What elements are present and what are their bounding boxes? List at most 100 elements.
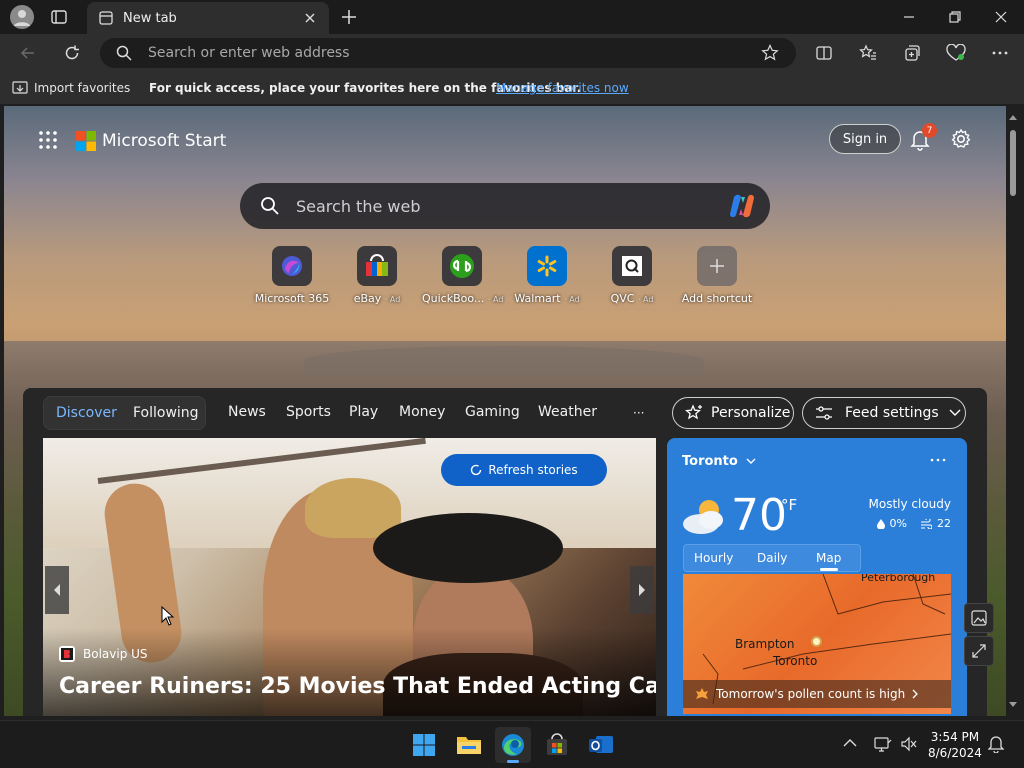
- network-icon[interactable]: [874, 735, 892, 753]
- split-screen-icon[interactable]: [810, 40, 838, 66]
- tab-following[interactable]: Following: [133, 405, 199, 421]
- import-favorites-button[interactable]: Import favorites: [34, 81, 130, 95]
- expand-button[interactable]: [964, 636, 994, 666]
- nav-money[interactable]: Money: [399, 404, 445, 420]
- temperature-unit[interactable]: °F: [781, 496, 797, 514]
- weather-tabs: Hourly Daily Map: [683, 544, 861, 572]
- add-shortcut-button[interactable]: Add shortcut: [677, 246, 757, 305]
- search-icon: [116, 45, 132, 61]
- feed-mode-toggle: Discover Following: [43, 396, 206, 430]
- nav-play[interactable]: Play: [349, 404, 378, 420]
- back-button[interactable]: [14, 40, 42, 66]
- manage-favorites-link[interactable]: Manage favorites now: [496, 81, 629, 95]
- close-tab-icon[interactable]: [303, 11, 317, 25]
- change-background-button[interactable]: [964, 603, 994, 633]
- nav-sports[interactable]: Sports: [286, 404, 331, 420]
- precipitation: 0%: [889, 517, 907, 530]
- restore-button[interactable]: [932, 0, 978, 34]
- refresh-button[interactable]: [58, 40, 86, 66]
- personalize-button[interactable]: Personalize: [672, 397, 794, 429]
- nav-gaming[interactable]: Gaming: [465, 404, 520, 420]
- tab-discover[interactable]: Discover: [56, 405, 117, 421]
- weather-card[interactable]: Toronto 70 °F Mostly cloudy 0% 22 Hourly…: [667, 438, 967, 716]
- partly-cloudy-icon: [681, 496, 727, 536]
- chevron-down-icon: [949, 409, 961, 417]
- tab-new-tab[interactable]: New tab: [87, 2, 329, 34]
- outlook-button[interactable]: [583, 727, 619, 763]
- nav-news[interactable]: News: [228, 404, 266, 420]
- weather-more-icon[interactable]: [930, 454, 946, 466]
- nav-more-button[interactable]: ···: [633, 406, 644, 420]
- shortcut-quickbooks[interactable]: QuickBoo... · Ad: [422, 246, 503, 305]
- shortcut-label: QuickBoo...: [422, 292, 485, 305]
- copilot-icon[interactable]: [728, 193, 756, 219]
- weather-condition: Mostly cloudy: [868, 497, 952, 511]
- page-scrollbar[interactable]: [1006, 106, 1020, 716]
- scroll-up-icon[interactable]: [1006, 112, 1020, 122]
- address-bar[interactable]: Search or enter web address: [100, 38, 796, 68]
- weather-location-selector[interactable]: Toronto: [682, 454, 756, 469]
- favorite-star-icon[interactable]: [761, 44, 779, 62]
- web-search-box[interactable]: Search the web: [240, 183, 770, 229]
- profile-avatar[interactable]: [10, 5, 34, 29]
- browser-essentials-icon[interactable]: [942, 40, 970, 66]
- weather-tab-hourly[interactable]: Hourly: [694, 551, 733, 565]
- windows-logo-icon: [413, 734, 435, 756]
- chevron-down-icon: [746, 458, 756, 465]
- map-label-brampton: Brampton: [735, 637, 795, 651]
- favorites-icon[interactable]: [854, 40, 882, 66]
- shortcut-ebay[interactable]: eBay · Ad: [337, 246, 417, 305]
- weather-tab-daily[interactable]: Daily: [757, 551, 787, 565]
- notifications-center-icon[interactable]: [988, 735, 1004, 753]
- show-hidden-icons-button[interactable]: [843, 738, 857, 748]
- tab-actions-icon[interactable]: [50, 8, 68, 26]
- image-icon: [971, 610, 987, 626]
- scrollbar-thumb[interactable]: [1010, 130, 1016, 196]
- weather-tab-map[interactable]: Map: [816, 551, 841, 565]
- shortcut-label: Walmart: [514, 292, 561, 305]
- system-clock[interactable]: 3:54 PM 8/6/2024: [928, 729, 982, 761]
- notification-badge: 7: [922, 123, 937, 138]
- scroll-down-icon[interactable]: [1006, 700, 1020, 710]
- shortcut-walmart[interactable]: Walmart · Ad: [507, 246, 587, 305]
- mouse-cursor-icon: [161, 606, 174, 626]
- story-headline[interactable]: Career Ruiners: 25 Movies That Ended Act…: [59, 674, 656, 699]
- file-explorer-button[interactable]: [451, 727, 487, 763]
- collections-icon[interactable]: [898, 40, 926, 66]
- shortcut-qvc[interactable]: QVC · Ad: [592, 246, 672, 305]
- story-source-name: Bolavip US: [83, 647, 148, 661]
- refresh-icon: [470, 464, 482, 476]
- previous-story-button[interactable]: [45, 566, 69, 614]
- microsoft-start-logo[interactable]: Microsoft Start: [76, 131, 226, 151]
- weather-map[interactable]: Peterborough Brampton Toronto Tomorrow's…: [683, 574, 951, 714]
- nav-weather[interactable]: Weather: [538, 404, 597, 420]
- sliders-icon: [815, 405, 833, 421]
- active-app-indicator: [507, 760, 519, 763]
- minimize-button[interactable]: [886, 0, 932, 34]
- close-window-button[interactable]: [978, 0, 1024, 34]
- next-story-button[interactable]: [630, 566, 654, 614]
- import-favorites-icon: [12, 80, 28, 96]
- current-temperature: 70: [731, 490, 787, 541]
- feed-settings-button[interactable]: Feed settings: [802, 397, 966, 429]
- location-marker: [811, 636, 822, 647]
- shortcut-microsoft-365[interactable]: Microsoft 365: [252, 246, 332, 305]
- new-tab-button[interactable]: [340, 8, 358, 26]
- ebay-icon: [357, 246, 397, 286]
- pollen-alert[interactable]: Tomorrow's pollen count is high: [683, 680, 951, 708]
- quickbooks-icon: [442, 246, 482, 286]
- apps-launcher-icon[interactable]: [38, 130, 58, 150]
- more-options-icon[interactable]: [986, 40, 1014, 66]
- settings-gear-icon[interactable]: [950, 128, 972, 150]
- hero-story-card[interactable]: Refresh stories Bolavip US Career Ruiner…: [43, 438, 656, 716]
- sign-in-button[interactable]: Sign in: [829, 124, 901, 154]
- microsoft-logo-icon: [76, 131, 96, 151]
- volume-muted-icon[interactable]: [900, 735, 918, 753]
- address-placeholder: Search or enter web address: [148, 45, 350, 61]
- microsoft-store-button[interactable]: [539, 727, 575, 763]
- news-feed: Discover Following News Sports Play Mone…: [23, 388, 987, 716]
- web-search-placeholder: Search the web: [296, 197, 421, 216]
- start-button[interactable]: [406, 727, 442, 763]
- refresh-stories-button[interactable]: Refresh stories: [441, 454, 607, 486]
- edge-taskbar-button[interactable]: [495, 727, 531, 763]
